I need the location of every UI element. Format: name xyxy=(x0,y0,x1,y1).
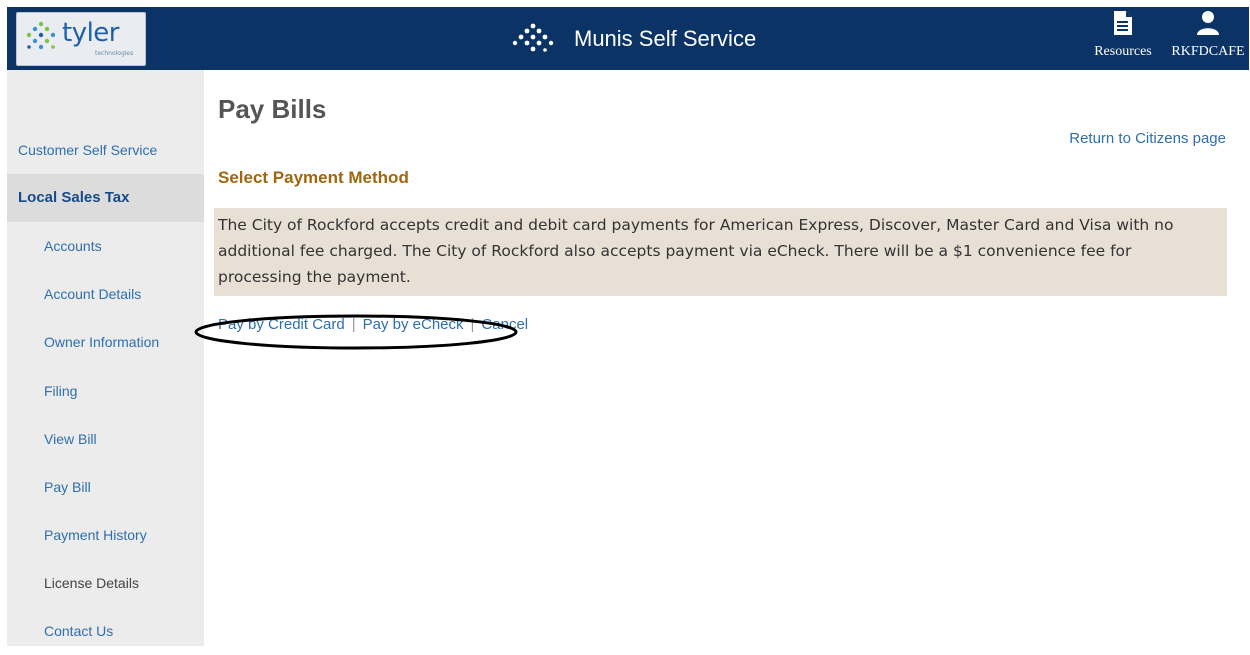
app-title: Munis Self Service xyxy=(574,26,757,51)
sidebar-item-pay-bill[interactable]: Pay Bill xyxy=(7,463,204,511)
sidebar-item-view-bill[interactable]: View Bill xyxy=(7,415,204,463)
sidebar-item-local-sales-tax[interactable]: Local Sales Tax xyxy=(7,174,204,222)
tyler-logo[interactable]: tyler technologies xyxy=(16,12,146,66)
sidebar-item-payment-history[interactable]: Payment History xyxy=(7,511,204,559)
user-menu-button[interactable]: RKFDCAFE xyxy=(1170,10,1246,60)
sidebar-item-contact-us[interactable]: Contact Us xyxy=(7,607,204,655)
payment-notice: The City of Rockford accepts credit and … xyxy=(214,208,1227,296)
sidebar-item-owner-information[interactable]: Owner Information xyxy=(7,318,204,366)
sidebar-item-filing[interactable]: Filing xyxy=(7,367,204,415)
resources-label: Resources xyxy=(1094,44,1152,59)
sidebar-item-customer-self-service[interactable]: Customer Self Service xyxy=(7,126,204,174)
annotation-ellipse xyxy=(194,314,518,350)
sidebar: Customer Self Service Local Sales Tax Ac… xyxy=(7,70,204,646)
tyler-logo-subtext: technologies xyxy=(95,50,134,57)
sidebar-item-accounts[interactable]: Accounts xyxy=(7,222,204,270)
sidebar-item-license-details[interactable]: License Details xyxy=(7,559,204,607)
user-icon xyxy=(1197,11,1219,35)
document-icon xyxy=(1114,11,1132,35)
top-header: tyler technologies Munis Self Service Re… xyxy=(7,7,1249,70)
sidebar-item-account-details[interactable]: Account Details xyxy=(7,270,204,318)
return-to-citizens-link[interactable]: Return to Citizens page xyxy=(1050,130,1226,147)
tyler-logo-text: tyler xyxy=(62,18,120,48)
section-heading: Select Payment Method xyxy=(218,168,409,187)
page-title: Pay Bills xyxy=(218,94,327,124)
tyler-logo-icon xyxy=(26,21,56,50)
resources-button[interactable]: Resources xyxy=(1085,10,1161,60)
user-label: RKFDCAFE xyxy=(1171,44,1245,59)
munis-logo-icon xyxy=(512,23,554,52)
